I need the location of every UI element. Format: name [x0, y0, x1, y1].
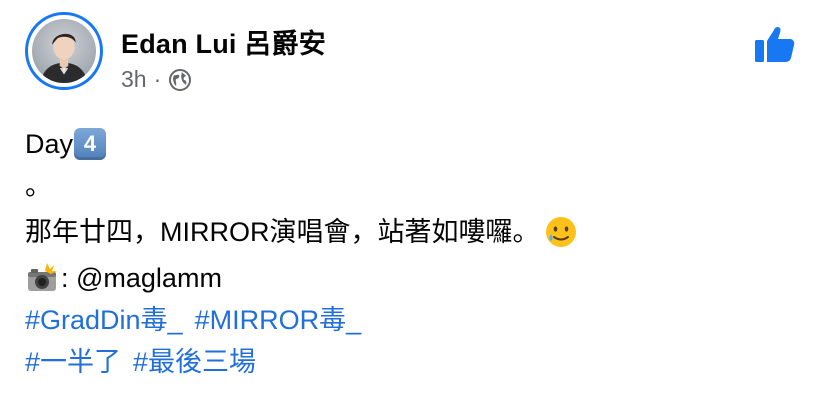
- hashtag-link[interactable]: #MIRROR毒_: [195, 299, 362, 341]
- period-text: 。: [25, 171, 52, 201]
- thumbs-up-icon[interactable]: [753, 22, 797, 66]
- post-timestamp[interactable]: 3h: [121, 66, 147, 93]
- body-line-day: Day 4: [25, 123, 578, 165]
- hashtag-link[interactable]: #一半了: [25, 341, 121, 383]
- hashtag-link[interactable]: #最後三場: [133, 341, 256, 383]
- post-meta: 3h ·: [121, 66, 192, 93]
- meta-separator: ·: [153, 66, 162, 92]
- hashtag-row-2: #一半了 #最後三場: [25, 341, 578, 383]
- smiling-face-with-tear-icon: [544, 215, 578, 249]
- avatar[interactable]: [25, 12, 103, 90]
- post-body: Day 4 。 那年廿四，MIRROR演唱會，站著如嘍囉。: @maglamm…: [25, 123, 578, 383]
- body-line-period: 。: [25, 165, 578, 207]
- day-text: Day: [25, 129, 74, 159]
- hashtag-row-1: #GradDin毒_ #MIRROR毒_: [25, 299, 578, 341]
- globe-icon[interactable]: [168, 68, 192, 92]
- avatar-photo: [32, 19, 96, 83]
- author-name[interactable]: Edan Lui 呂爵安: [121, 22, 326, 61]
- body-line-credit: : @maglamm: [25, 257, 578, 299]
- keycap-digit-emoji: 4: [74, 128, 107, 160]
- camera-with-flash-icon: [25, 261, 59, 295]
- main-text: 那年廿四，MIRROR演唱會，站著如嘍囉。: [25, 217, 540, 247]
- body-line-main: 那年廿四，MIRROR演唱會，站著如嘍囉。: [25, 211, 578, 253]
- hashtag-link[interactable]: #GradDin毒_: [25, 299, 183, 341]
- photo-credit-text: : @maglamm: [61, 263, 222, 293]
